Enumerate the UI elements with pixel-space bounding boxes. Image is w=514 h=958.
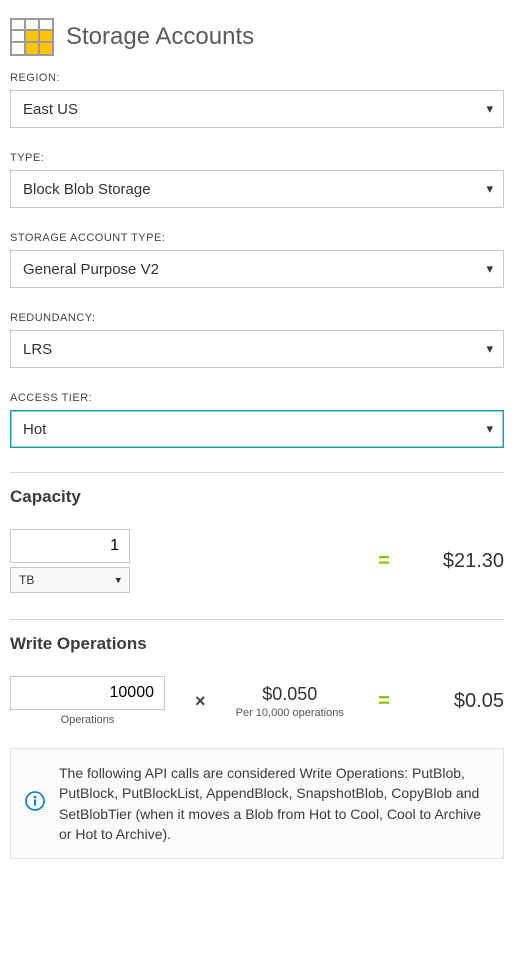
redundancy-label: REDUNDANCY: [10,312,504,324]
equals-sign: = [374,690,394,713]
write-ops-info-text: The following API calls are considered W… [59,763,485,844]
redundancy-select[interactable]: LRS [10,330,504,368]
write-ops-heading: Write Operations [10,634,504,654]
times-sign: × [195,691,206,712]
divider [10,472,504,473]
divider [10,619,504,620]
equals-sign: = [374,550,394,573]
capacity-unit-select[interactable]: TB [10,567,130,593]
acct-type-select[interactable]: General Purpose V2 [10,250,504,288]
info-icon [25,791,45,816]
access-tier-value: Hot [23,421,46,438]
access-tier-field-group: ACCESS TIER: Hot [10,392,504,448]
write-ops-info-box: The following API calls are considered W… [10,748,504,859]
type-select[interactable]: Block Blob Storage [10,170,504,208]
capacity-unit-value: TB [19,573,34,587]
write-ops-row: Operations × $0.050 Per 10,000 operation… [10,676,504,726]
access-tier-select[interactable]: Hot [10,410,504,448]
acct-type-field-group: STORAGE ACCOUNT TYPE: General Purpose V2 [10,232,504,288]
capacity-heading: Capacity [10,487,504,507]
type-value: Block Blob Storage [23,181,151,198]
storage-accounts-icon [10,18,54,56]
page-header: Storage Accounts [10,10,504,72]
write-ops-input[interactable] [10,676,165,710]
access-tier-label: ACCESS TIER: [10,392,504,404]
capacity-price: $21.30 [424,550,504,573]
write-ops-price: $0.05 [424,690,504,713]
type-field-group: TYPE: Block Blob Storage [10,152,504,208]
capacity-input[interactable] [10,529,130,563]
redundancy-value: LRS [23,341,52,358]
redundancy-field-group: REDUNDANCY: LRS [10,312,504,368]
page-title: Storage Accounts [66,23,254,51]
acct-type-label: STORAGE ACCOUNT TYPE: [10,232,504,244]
region-value: East US [23,101,78,118]
type-label: TYPE: [10,152,504,164]
acct-type-value: General Purpose V2 [23,261,159,278]
write-ops-rate: $0.050 [236,684,344,705]
region-select[interactable]: East US [10,90,504,128]
capacity-row: TB = $21.30 [10,529,504,593]
region-label: REGION: [10,72,504,84]
region-field-group: REGION: East US [10,72,504,128]
write-ops-rate-sub: Per 10,000 operations [236,707,344,719]
write-ops-sublabel: Operations [10,714,165,726]
